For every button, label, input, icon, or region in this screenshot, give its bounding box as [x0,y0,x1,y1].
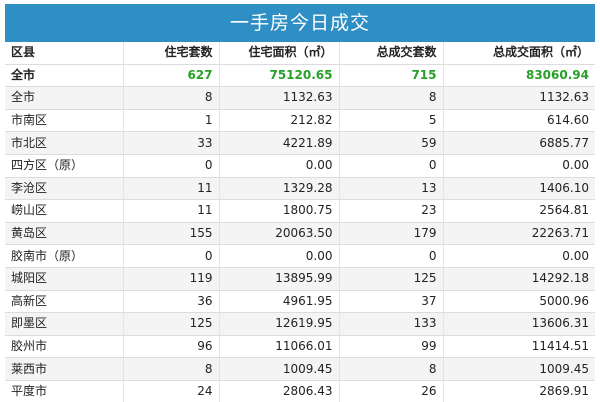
row-total-units: 99 [339,335,444,359]
table-row: 胶南市（原） 0 0.00 0 0.00 [5,244,595,268]
row-total-area: 0.00 [443,244,595,268]
row-total-area: 2564.81 [443,199,595,223]
row-residential-area: 13895.99 [219,267,340,291]
row-total-units: 5 [339,109,444,133]
row-residential-units: 8 [123,86,220,110]
row-district: 莱西市 [5,357,124,381]
row-district: 胶南市（原） [5,244,124,268]
row-district: 黄岛区 [5,222,124,246]
row-total-units: 8 [339,357,444,381]
table-row: 市南区 1 212.82 5 614.60 [5,109,595,133]
row-residential-units: 36 [123,290,220,314]
row-district: 胶州市 [5,335,124,359]
row-total-area: 2869.91 [443,380,595,402]
row-total-area: 1132.63 [443,86,595,110]
total-units: 715 [339,64,444,88]
row-district: 市南区 [5,109,124,133]
row-district: 即墨区 [5,312,124,336]
table-row: 李沧区 11 1329.28 13 1406.10 [5,177,595,201]
row-total-area: 614.60 [443,109,595,133]
row-residential-units: 0 [123,244,220,268]
row-residential-area: 0.00 [219,244,340,268]
row-residential-area: 212.82 [219,109,340,133]
row-total-area: 13606.31 [443,312,595,336]
transaction-table: 区县 住宅套数 住宅面积（㎡） 总成交套数 总成交面积（㎡） 全市 627 75… [5,42,595,402]
total-district: 全市 [5,64,124,88]
row-total-units: 26 [339,380,444,402]
table-row: 城阳区 119 13895.99 125 14292.18 [5,267,595,291]
row-district: 全市 [5,86,124,110]
transaction-panel: 一手房今日成交 区县 住宅套数 住宅面积（㎡） 总成交套数 总成交面积（㎡） 全… [0,0,600,402]
row-residential-units: 33 [123,131,220,155]
row-residential-units: 96 [123,335,220,359]
row-total-area: 22263.71 [443,222,595,246]
row-total-area: 11414.51 [443,335,595,359]
header-district: 区县 [5,42,124,65]
row-residential-units: 119 [123,267,220,291]
row-total-units: 59 [339,131,444,155]
row-residential-units: 11 [123,177,220,201]
table-row: 平度市 24 2806.43 26 2869.91 [5,380,595,402]
row-residential-units: 8 [123,357,220,381]
row-total-units: 125 [339,267,444,291]
total-residential-units: 627 [123,64,220,88]
table-row: 四方区（原） 0 0.00 0 0.00 [5,154,595,178]
header-total-units: 总成交套数 [339,42,444,65]
panel-title: 一手房今日成交 [5,4,595,42]
row-total-units: 0 [339,154,444,178]
table-row: 胶州市 96 11066.01 99 11414.51 [5,335,595,359]
header-residential-area: 住宅面积（㎡） [219,42,340,65]
row-residential-area: 4961.95 [219,290,340,314]
row-residential-units: 155 [123,222,220,246]
row-district: 城阳区 [5,267,124,291]
row-total-area: 1009.45 [443,357,595,381]
row-district: 平度市 [5,380,124,402]
table-row: 崂山区 11 1800.75 23 2564.81 [5,199,595,223]
table-row: 黄岛区 155 20063.50 179 22263.71 [5,222,595,246]
row-residential-area: 1132.63 [219,86,340,110]
row-total-area: 6885.77 [443,131,595,155]
row-total-area: 0.00 [443,154,595,178]
row-residential-area: 4221.89 [219,131,340,155]
total-area: 83060.94 [443,64,595,88]
row-residential-area: 1329.28 [219,177,340,201]
row-total-units: 13 [339,177,444,201]
row-residential-area: 20063.50 [219,222,340,246]
row-residential-units: 24 [123,380,220,402]
row-total-units: 8 [339,86,444,110]
row-total-units: 133 [339,312,444,336]
row-residential-units: 11 [123,199,220,223]
row-total-area: 5000.96 [443,290,595,314]
row-total-units: 179 [339,222,444,246]
row-district: 市北区 [5,131,124,155]
row-residential-units: 0 [123,154,220,178]
header-residential-units: 住宅套数 [123,42,220,65]
table-row: 即墨区 125 12619.95 133 13606.31 [5,312,595,336]
row-residential-area: 2806.43 [219,380,340,402]
row-residential-area: 12619.95 [219,312,340,336]
table-header-row: 区县 住宅套数 住宅面积（㎡） 总成交套数 总成交面积（㎡） [5,42,595,65]
row-residential-units: 1 [123,109,220,133]
row-residential-area: 0.00 [219,154,340,178]
row-residential-area: 1800.75 [219,199,340,223]
table-row: 莱西市 8 1009.45 8 1009.45 [5,357,595,381]
row-total-units: 0 [339,244,444,268]
row-district: 李沧区 [5,177,124,201]
row-district: 崂山区 [5,199,124,223]
total-residential-area: 75120.65 [219,64,340,88]
table-row: 高新区 36 4961.95 37 5000.96 [5,290,595,314]
row-residential-area: 1009.45 [219,357,340,381]
row-district: 四方区（原） [5,154,124,178]
table-row: 市北区 33 4221.89 59 6885.77 [5,131,595,155]
row-total-units: 37 [339,290,444,314]
row-total-units: 23 [339,199,444,223]
table-row: 全市 8 1132.63 8 1132.63 [5,86,595,110]
row-residential-units: 125 [123,312,220,336]
table-row-total: 全市 627 75120.65 715 83060.94 [5,64,595,88]
row-total-area: 14292.18 [443,267,595,291]
row-district: 高新区 [5,290,124,314]
row-residential-area: 11066.01 [219,335,340,359]
row-total-area: 1406.10 [443,177,595,201]
header-total-area: 总成交面积（㎡） [443,42,595,65]
